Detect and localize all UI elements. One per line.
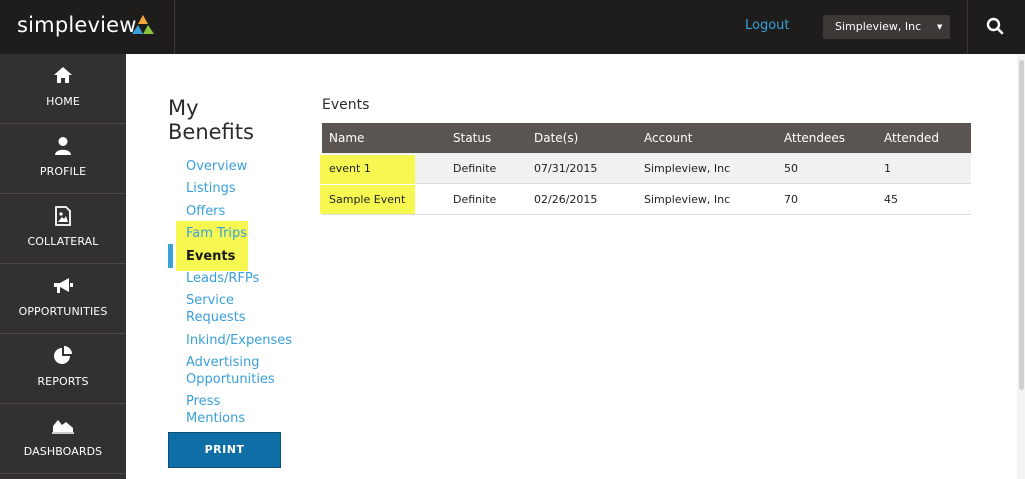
- sidebar-item-label: DASHBOARDS: [23, 445, 103, 458]
- events-section-title: Events: [322, 97, 370, 113]
- event-name-link[interactable]: event 1: [329, 162, 371, 175]
- benefits-nav-offers[interactable]: Offers: [186, 203, 225, 220]
- area-chart-icon: [52, 420, 74, 434]
- event-name-link[interactable]: Sample Event: [329, 193, 405, 206]
- benefits-nav-inkind-expenses[interactable]: Inkind/Expenses: [186, 332, 292, 349]
- search-icon: [986, 17, 1004, 35]
- event-account: Simpleview, Inc: [644, 193, 731, 206]
- print-button[interactable]: PRINT: [168, 432, 281, 468]
- event-attendees: 50: [784, 162, 798, 175]
- table-row[interactable]: event 1 Definite 07/31/2015 Simpleview, …: [320, 153, 971, 184]
- active-indicator: [168, 244, 173, 268]
- caret-down-icon: ▼: [937, 23, 943, 31]
- event-account: Simpleview, Inc: [644, 162, 731, 175]
- column-header-status[interactable]: Status: [453, 131, 491, 145]
- table-row[interactable]: Sample Event Definite 02/26/2015 Simplev…: [320, 184, 971, 215]
- events-table-header: Name Status Date(s) Account Attendees At…: [322, 123, 971, 153]
- event-attended: 1: [884, 162, 891, 175]
- scrollbar-thumb[interactable]: [1019, 60, 1024, 390]
- account-select[interactable]: Simpleview, Inc: [823, 15, 950, 39]
- column-header-attended[interactable]: Attended: [884, 131, 939, 145]
- top-bar: simpleview Logout Simpleview, Inc ▼: [0, 0, 1025, 54]
- column-header-dates[interactable]: Date(s): [534, 131, 578, 145]
- benefits-nav-overview[interactable]: Overview: [186, 158, 247, 175]
- event-status: Definite: [453, 162, 497, 175]
- person-icon: [55, 137, 71, 155]
- column-header-name[interactable]: Name: [329, 131, 364, 145]
- home-icon: [54, 67, 72, 83]
- logo[interactable]: simpleview: [0, 0, 175, 54]
- brand-name: simpleview: [17, 13, 137, 37]
- event-date: 07/31/2015: [534, 162, 598, 175]
- event-attended: 45: [884, 193, 898, 206]
- sidebar-item-label: COLLATERAL: [27, 235, 99, 248]
- benefits-nav-advertising-opportunities[interactable]: Advertising Opportunities: [186, 354, 281, 388]
- sidebar-item-opportunities[interactable]: OPPORTUNITIES: [0, 264, 126, 334]
- search-button[interactable]: [967, 0, 1025, 54]
- benefits-nav-listings[interactable]: Listings: [186, 180, 236, 197]
- page-title: My Benefits: [168, 96, 254, 144]
- pie-chart-icon: [54, 346, 72, 364]
- benefits-nav-press-mentions[interactable]: Press Mentions: [186, 393, 256, 427]
- column-header-attendees[interactable]: Attendees: [784, 131, 845, 145]
- main-sidebar: HOME PROFILE COLLATERAL OPPORTUNITIES RE…: [0, 54, 126, 479]
- column-header-account[interactable]: Account: [644, 131, 692, 145]
- sidebar-item-label: PROFILE: [39, 165, 87, 178]
- sidebar-item-reports[interactable]: REPORTS: [0, 334, 126, 404]
- event-status: Definite: [453, 193, 497, 206]
- sidebar-item-label: REPORTS: [37, 375, 89, 388]
- sidebar-item-dashboards[interactable]: DASHBOARDS: [0, 404, 126, 474]
- sidebar-item-home[interactable]: HOME: [0, 54, 126, 124]
- image-file-icon: [55, 206, 71, 226]
- sidebar-item-label: OPPORTUNITIES: [18, 305, 108, 318]
- sidebar-item-label: HOME: [46, 95, 80, 108]
- benefits-nav-service-requests[interactable]: Service Requests: [186, 292, 266, 326]
- logout-link[interactable]: Logout: [745, 18, 790, 33]
- benefits-nav-fam-trips[interactable]: Fam Trips: [186, 225, 247, 242]
- benefits-nav-events[interactable]: Events: [186, 248, 235, 265]
- event-attendees: 70: [784, 193, 798, 206]
- megaphone-icon: [54, 278, 73, 293]
- event-date: 02/26/2015: [534, 193, 598, 206]
- benefits-nav-leads-rfps[interactable]: Leads/RFPs: [186, 270, 259, 287]
- logo-mark-icon: [132, 15, 154, 34]
- sidebar-item-collateral[interactable]: COLLATERAL: [0, 194, 126, 264]
- sidebar-item-profile[interactable]: PROFILE: [0, 124, 126, 194]
